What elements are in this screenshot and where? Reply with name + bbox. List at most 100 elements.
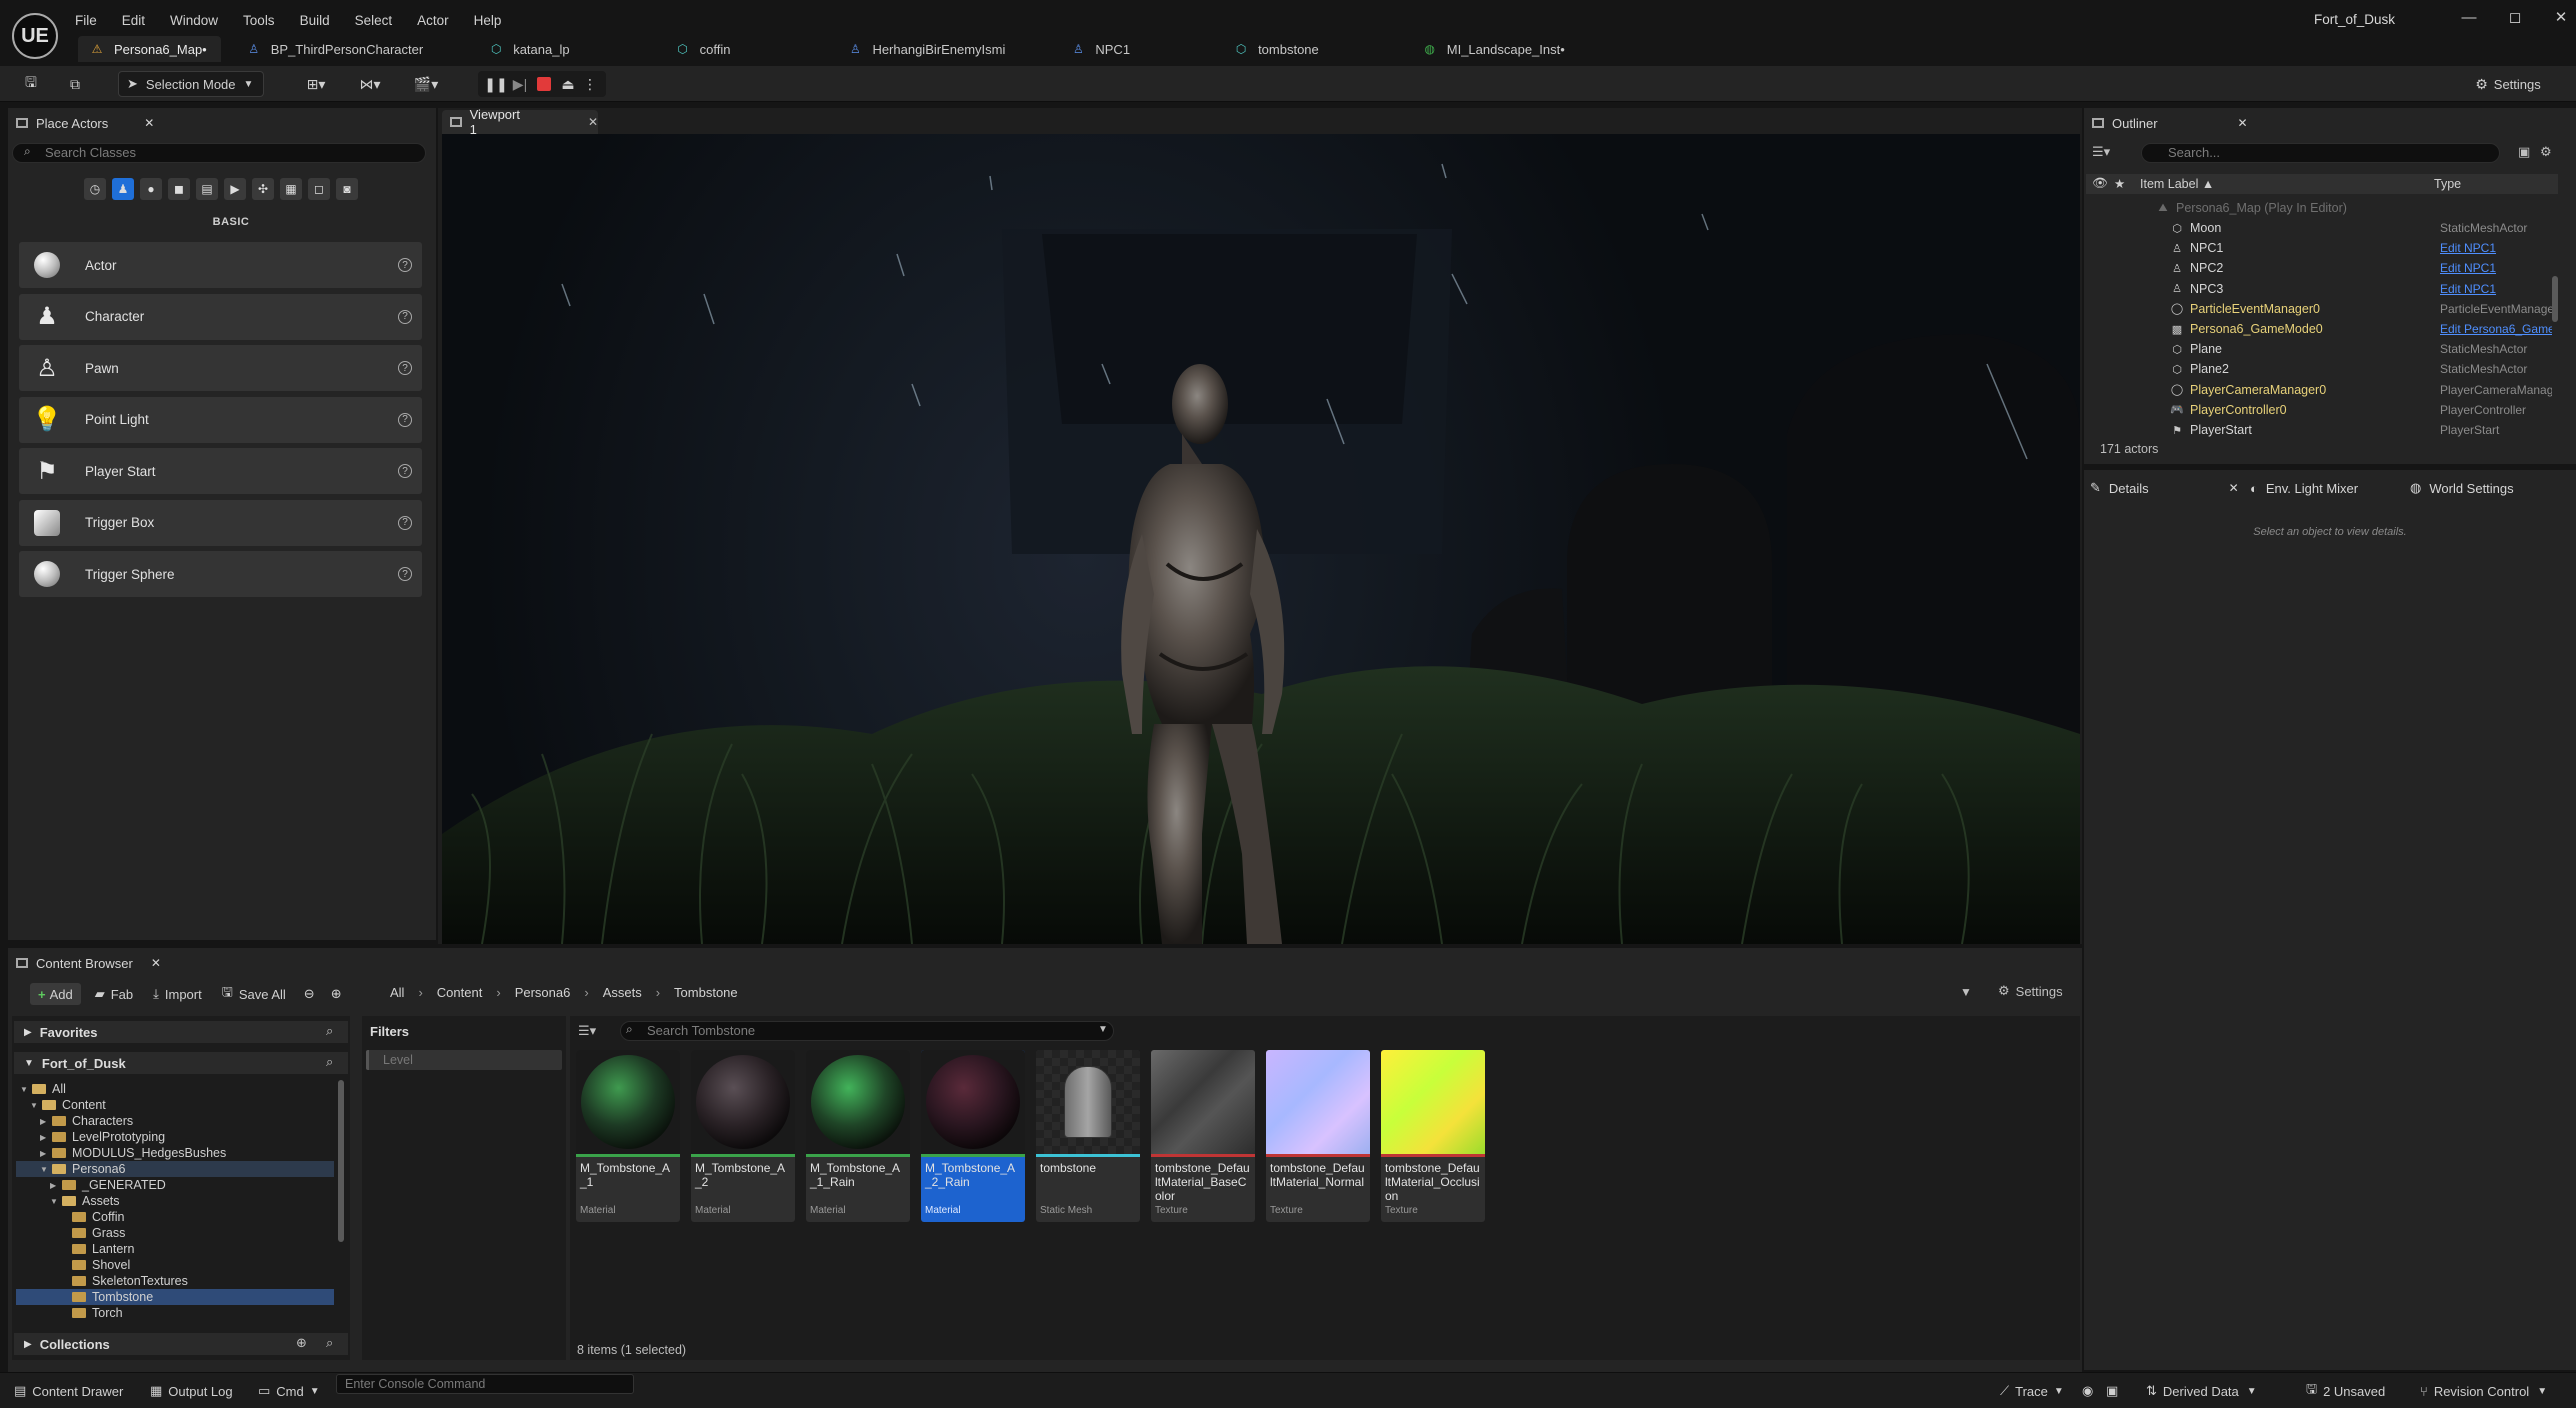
geometry-icon[interactable]: ✣ — [252, 178, 274, 200]
outliner-root-row[interactable]: ⛰ Persona6_Map (Play In Editor) — [2086, 198, 2551, 218]
add-collection-icon[interactable]: ⊕ — [296, 1335, 307, 1351]
add-folder-icon[interactable]: ▣ — [2518, 144, 2530, 160]
close-icon[interactable]: ✕ — [151, 956, 161, 970]
actor-item-character[interactable]: ♟ Character? — [19, 293, 422, 340]
outliner-row-npc3[interactable]: ♙ NPC3 Edit NPC1 — [2086, 279, 2551, 299]
help-icon[interactable]: ? — [398, 412, 412, 427]
folder-persona6[interactable]: ▼ Persona6 — [40, 1161, 126, 1177]
help-icon[interactable]: ? — [398, 567, 412, 581]
asset-tile-m-tombstone-a-2-rain[interactable]: M_Tombstone_A_2_Rain Material — [921, 1050, 1025, 1222]
outliner-row-plane[interactable]: ⬡ Plane StaticMeshActor — [2086, 339, 2551, 359]
folder-coffin[interactable]: Coffin — [60, 1209, 124, 1225]
forward-icon[interactable]: ⊕ — [323, 983, 350, 1005]
close-icon[interactable]: ✕ — [588, 115, 598, 129]
search-icon[interactable]: ⌕ — [326, 1054, 333, 1070]
output-log-button[interactable]: ▦ Output Log — [150, 1379, 233, 1403]
menu-file[interactable]: File — [75, 13, 97, 28]
all-classes-icon[interactable]: ◻ — [308, 178, 330, 200]
import-button[interactable]: ⤓ Import — [145, 983, 210, 1005]
outliner-row-npc2[interactable]: ♙ NPC2 Edit NPC1 — [2086, 258, 2551, 278]
filter-icon[interactable]: ☰▾ — [2092, 144, 2110, 160]
step-icon[interactable]: ▶| — [508, 71, 532, 97]
folder-shovel[interactable]: Shovel — [60, 1257, 130, 1273]
revision-control-dropdown[interactable]: ⑂ Revision Control ▼ — [2420, 1379, 2547, 1403]
search-icon[interactable]: ⌕ — [326, 1023, 333, 1039]
asset-tile-tombstone-defaultmaterial-occlusion[interactable]: tombstone_DefaultMaterial_Occlusion Textu… — [1381, 1050, 1485, 1222]
outliner-row-npc1[interactable]: ♙ NPC1 Edit NPC1 — [2086, 238, 2551, 258]
derived-data-dropdown[interactable]: ⇅ Derived Data ▼ — [2146, 1379, 2257, 1403]
outliner-tab[interactable]: Outliner ✕ — [2092, 111, 2248, 135]
outliner-row-persona6-gamemode0[interactable]: ▩ Persona6_GameMode0 Edit Persona6_GameMod… — [2086, 319, 2552, 339]
outliner-row-moon[interactable]: ⬡ Moon StaticMeshActor — [2086, 218, 2551, 238]
breadcrumb-all[interactable]: All — [390, 985, 404, 1000]
basic-category-icon[interactable]: ♟ — [112, 178, 134, 200]
folder-all[interactable]: ▼ All — [20, 1081, 66, 1097]
save-icon[interactable]: 🖫 — [20, 71, 42, 97]
item-label-column[interactable]: Item Label ▲ — [2140, 177, 2214, 191]
folder-content[interactable]: ▼ Content — [30, 1097, 106, 1113]
record-icon[interactable]: ◉ — [2082, 1379, 2093, 1403]
menu-window[interactable]: Window — [170, 13, 218, 28]
menu-select[interactable]: Select — [355, 13, 393, 28]
content-drawer-button[interactable]: ▤ Content Drawer — [14, 1379, 123, 1403]
level-filter-chip[interactable]: Level — [366, 1050, 562, 1070]
close-icon[interactable]: ✕ — [2238, 116, 2248, 130]
chevron-down-icon[interactable]: ▼ — [30, 1101, 40, 1110]
trace-dropdown[interactable]: ⟋ Trace ▼ — [2000, 1379, 2064, 1403]
unreal-logo-icon[interactable]: UE — [12, 13, 58, 59]
add-actor-icon[interactable]: ⊞▾ — [296, 71, 336, 97]
volumes-icon[interactable]: ▦ — [280, 178, 302, 200]
edit-blueprint-link[interactable]: Edit NPC1 — [2440, 241, 2552, 255]
type-column[interactable]: Type — [2434, 177, 2461, 191]
doc-tab-mi-landscape-inst[interactable]: ◍ MI_Landscape_Inst• — [1410, 36, 1579, 62]
breadcrumb-content[interactable]: Content — [437, 985, 483, 1000]
visual-effects-icon[interactable]: ▶ — [224, 178, 246, 200]
breadcrumb-tombstone[interactable]: Tombstone — [674, 985, 738, 1000]
folder-torch[interactable]: Torch — [60, 1305, 123, 1321]
actor-item-pawn[interactable]: ♙ Pawn? — [19, 345, 422, 391]
eye-icon[interactable]: 👁 — [2092, 176, 2108, 191]
snap-icon[interactable]: ⋈▾ — [350, 71, 390, 97]
search-icon[interactable]: ⌕ — [326, 1335, 333, 1351]
breadcrumb-separator-icon[interactable]: › — [496, 985, 500, 1000]
chevron-down-icon[interactable]: ▼ — [1098, 1024, 1108, 1035]
project-section[interactable]: ▼ Fort_of_Dusk — [14, 1052, 348, 1074]
help-icon[interactable]: ? — [398, 361, 412, 375]
breadcrumb-chevron-down-icon[interactable]: ▼ — [1960, 985, 1972, 999]
chevron-down-icon[interactable]: ▼ — [40, 1165, 50, 1174]
edit-blueprint-link[interactable]: Edit NPC1 — [2440, 261, 2552, 275]
menu-edit[interactable]: Edit — [122, 13, 145, 28]
chevron-right-icon[interactable]: ▶ — [40, 1117, 50, 1126]
settings-button[interactable]: ⚙ Settings — [2462, 71, 2554, 97]
folder-lantern[interactable]: Lantern — [60, 1241, 134, 1257]
cinematics-icon[interactable]: 🎬▾ — [406, 71, 446, 97]
eject-icon[interactable]: ⏏ — [556, 71, 580, 97]
doc-tab-coffin[interactable]: ⬡ coffin — [663, 36, 745, 62]
game-viewport-scene[interactable] — [442, 134, 2080, 944]
chevron-right-icon[interactable]: ▶ — [40, 1133, 50, 1142]
unsaved-button[interactable]: 🖫 2 Unsaved — [2306, 1379, 2385, 1403]
folder-skeletontextures[interactable]: SkeletonTextures — [60, 1273, 188, 1289]
browse-icon[interactable]: ⧉ — [64, 71, 86, 97]
actor-item-trigger-box[interactable]: Trigger Box? — [19, 499, 422, 546]
help-icon[interactable]: ? — [398, 309, 412, 324]
help-icon[interactable]: ? — [398, 258, 412, 272]
folder-generated[interactable]: ▶ _GENERATED — [50, 1177, 166, 1193]
outliner-settings-icon[interactable]: ⚙ — [2540, 144, 2552, 160]
breadcrumb-assets[interactable]: Assets — [603, 985, 642, 1000]
outliner-row-particleeventmanager0[interactable]: ◯ ParticleEventManager0 ParticleEventManag… — [2086, 299, 2552, 319]
actor-item-point-light[interactable]: 💡 Point Light? — [19, 396, 422, 443]
cmd-dropdown[interactable]: ▭ Cmd ▼ — [258, 1379, 320, 1403]
chevron-down-icon[interactable]: ▼ — [20, 1085, 30, 1094]
chevron-down-icon[interactable]: ▼ — [50, 1197, 60, 1206]
asset-search-input[interactable]: Search Tombstone — [620, 1021, 1114, 1041]
viewport-tab[interactable]: Viewport 1 ✕ — [442, 107, 598, 137]
shapes-icon[interactable]: ◼ — [168, 178, 190, 200]
folder-assets[interactable]: ▼ Assets — [50, 1193, 120, 1209]
close-icon[interactable]: ✕ — [144, 116, 154, 130]
actor-item-player-start[interactable]: ⚑ Player Start? — [19, 448, 422, 494]
folder-characters[interactable]: ▶ Characters — [40, 1113, 133, 1129]
close-icon[interactable]: ✕ — [2229, 481, 2239, 495]
chevron-right-icon[interactable]: ▶ — [40, 1149, 50, 1158]
asset-tile-m-tombstone-a-1[interactable]: M_Tombstone_A_1 Material — [576, 1050, 680, 1222]
